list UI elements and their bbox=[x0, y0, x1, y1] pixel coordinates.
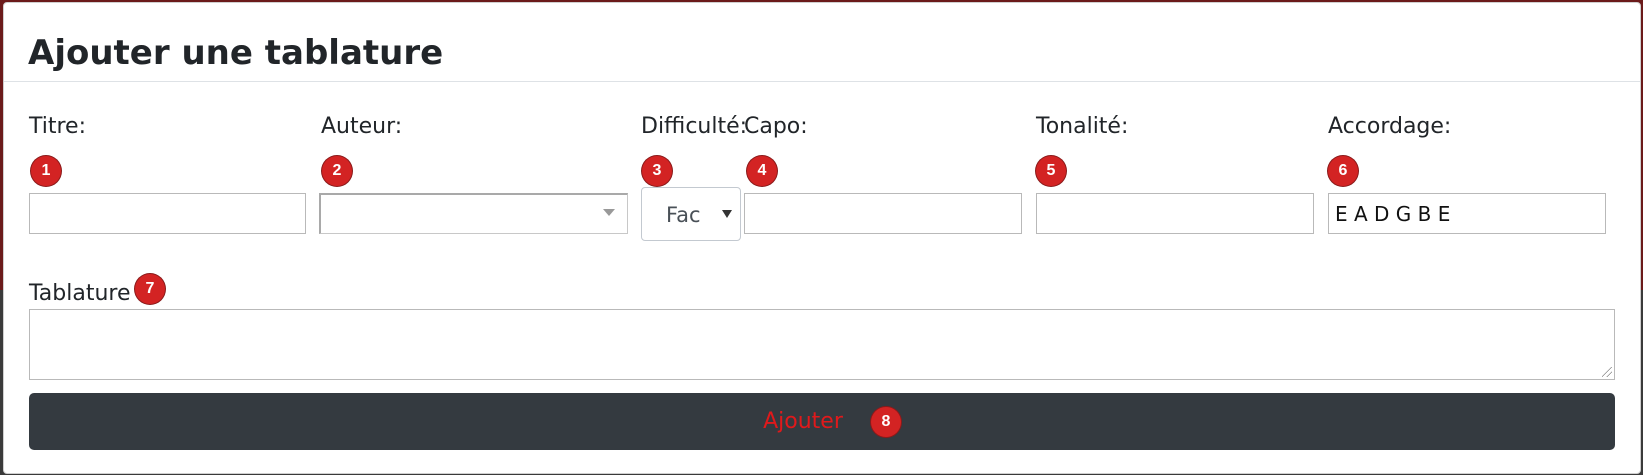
difficulte-select[interactable]: Fac bbox=[641, 187, 741, 241]
titre-label: Titre: bbox=[29, 114, 87, 139]
modal-title: Ajouter une tablature bbox=[28, 33, 444, 73]
tonalite-label: Tonalité: bbox=[1036, 114, 1129, 139]
ajouter-button-label: Ajouter bbox=[763, 409, 843, 434]
badge-6: 6 bbox=[1328, 156, 1358, 186]
badge-8: 8 bbox=[870, 406, 901, 437]
badge-1: 1 bbox=[31, 156, 61, 186]
capo-input[interactable] bbox=[744, 193, 1022, 234]
caret-down-icon bbox=[722, 210, 732, 218]
resize-handle-icon[interactable] bbox=[1602, 367, 1612, 377]
accordage-label: Accordage: bbox=[1328, 114, 1452, 139]
tablature-textarea[interactable] bbox=[29, 309, 1615, 380]
add-tablature-modal: Ajouter une tablature Titre: Auteur: Dif… bbox=[3, 2, 1641, 474]
modal-header-divider bbox=[4, 81, 1640, 82]
tablature-label: Tablature bbox=[29, 281, 131, 306]
difficulte-selected-value: Fac bbox=[666, 203, 701, 227]
badge-3: 3 bbox=[642, 156, 672, 186]
accordage-input[interactable] bbox=[1328, 193, 1606, 234]
auteur-combobox[interactable] bbox=[319, 193, 628, 234]
badge-5: 5 bbox=[1036, 156, 1066, 186]
difficulte-label: Difficulté: bbox=[641, 114, 748, 139]
chevron-down-icon bbox=[603, 209, 615, 216]
badge-4: 4 bbox=[747, 156, 777, 186]
tonalite-input[interactable] bbox=[1036, 193, 1314, 234]
capo-label: Capo: bbox=[744, 114, 808, 139]
badge-2: 2 bbox=[322, 156, 352, 186]
titre-input[interactable] bbox=[29, 193, 306, 234]
auteur-label: Auteur: bbox=[321, 114, 403, 139]
ajouter-button[interactable]: Ajouter 8 bbox=[29, 393, 1615, 450]
badge-7: 7 bbox=[135, 274, 165, 304]
